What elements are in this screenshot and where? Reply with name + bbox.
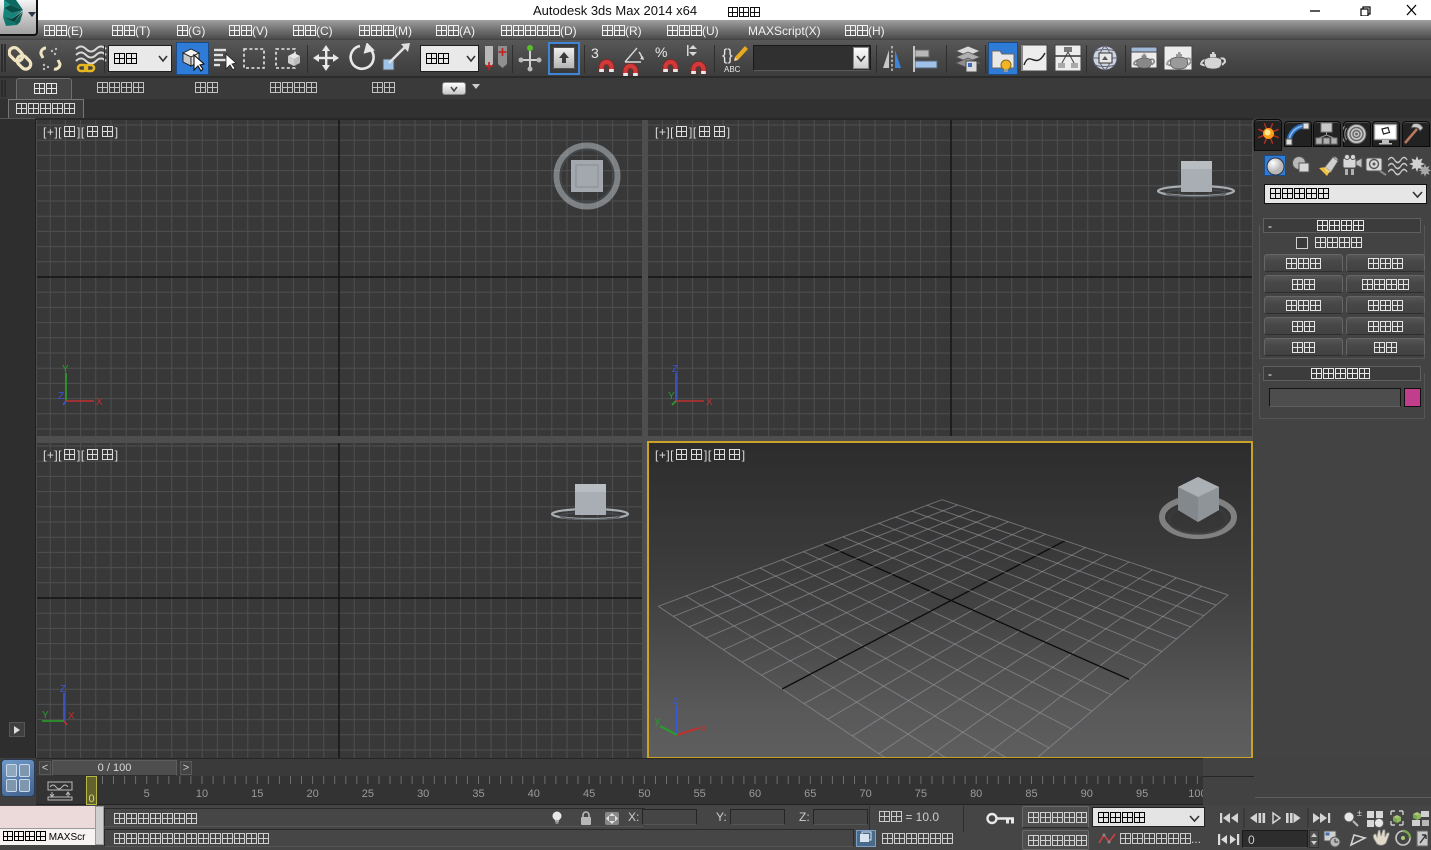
svg-text:50: 50 — [638, 788, 650, 800]
svg-text:45: 45 — [583, 788, 595, 800]
svg-text:x: x — [701, 723, 706, 734]
svg-text:Z: Z — [60, 685, 66, 695]
svg-text:Y: Y — [62, 365, 69, 375]
svg-text:75: 75 — [915, 788, 927, 800]
svg-text:60: 60 — [749, 788, 761, 800]
svg-text:Z: Z — [58, 391, 64, 402]
svg-text:40: 40 — [528, 788, 540, 800]
svg-text:20: 20 — [306, 788, 318, 800]
svg-text:z: z — [673, 696, 678, 707]
svg-text:{}: {} — [722, 47, 733, 64]
svg-text:95: 95 — [1136, 788, 1148, 800]
svg-text:35: 35 — [472, 788, 484, 800]
svg-text:30: 30 — [417, 788, 429, 800]
svg-text:±: ± — [1357, 808, 1362, 818]
svg-text:X: X — [68, 711, 75, 722]
svg-text:25: 25 — [362, 788, 374, 800]
svg-text:Z: Z — [672, 365, 678, 375]
svg-text:65: 65 — [804, 788, 816, 800]
svg-text:80: 80 — [970, 788, 982, 800]
svg-text:10: 10 — [196, 788, 208, 800]
svg-text:%: % — [655, 44, 667, 60]
svg-text:3: 3 — [591, 45, 599, 61]
svg-text:55: 55 — [694, 788, 706, 800]
svg-text:Y: Y — [42, 710, 49, 721]
svg-text:X: X — [706, 397, 713, 408]
svg-text:90: 90 — [1081, 788, 1093, 800]
svg-text:5: 5 — [144, 788, 150, 800]
svg-text:y: y — [655, 716, 660, 727]
svg-text:15: 15 — [251, 788, 263, 800]
svg-text:Y: Y — [668, 391, 675, 402]
svg-text:ABC: ABC — [724, 65, 741, 74]
svg-text:X: X — [96, 397, 103, 408]
svg-text:85: 85 — [1025, 788, 1037, 800]
svg-text:70: 70 — [859, 788, 871, 800]
